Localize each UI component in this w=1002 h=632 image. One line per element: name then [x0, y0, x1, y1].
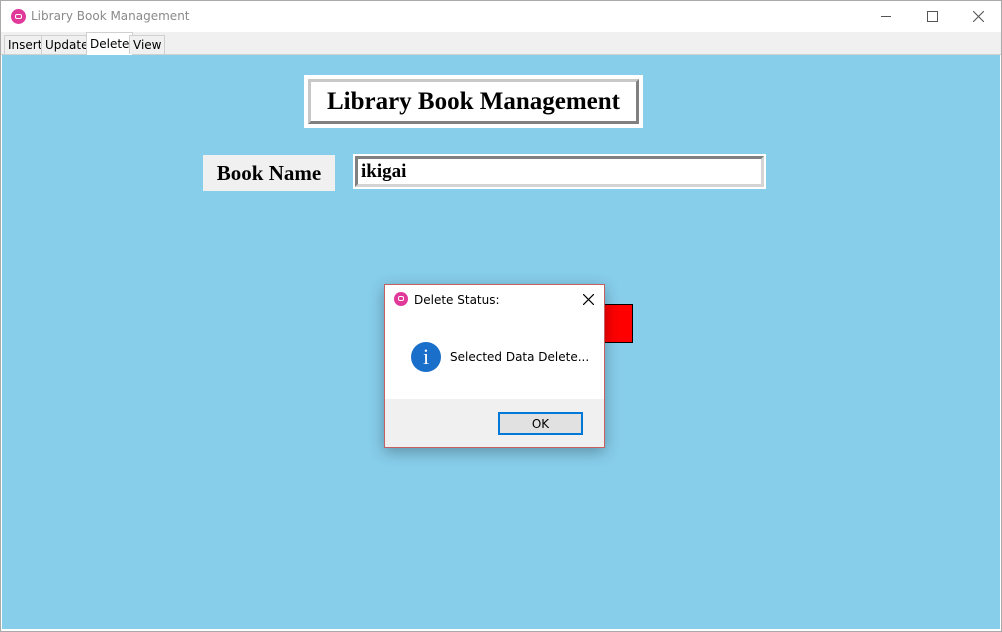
book-name-field-frame: [353, 154, 766, 189]
page-title: Library Book Management: [308, 79, 639, 124]
tab-update[interactable]: Update: [41, 35, 93, 54]
app-icon: [11, 9, 26, 24]
minimize-icon: [881, 16, 891, 17]
page-heading-frame: Library Book Management: [304, 75, 643, 128]
tab-bar: Insert Update Delete View: [1, 32, 1001, 55]
main-window: Library Book Management Insert Update De…: [0, 0, 1002, 632]
dialog-close-button[interactable]: [577, 288, 599, 310]
maximize-button[interactable]: [909, 1, 955, 32]
close-button[interactable]: [955, 1, 1001, 32]
delete-status-dialog: Delete Status: i Selected Data Delete...…: [384, 284, 605, 448]
dialog-footer: OK: [385, 399, 604, 447]
dialog-app-icon: [394, 292, 408, 306]
title-bar[interactable]: Library Book Management: [1, 1, 1001, 32]
dialog-title: Delete Status:: [414, 293, 500, 307]
ok-button[interactable]: OK: [498, 412, 583, 435]
tab-view[interactable]: View: [129, 35, 166, 54]
book-name-input[interactable]: [355, 156, 764, 187]
close-icon: [582, 293, 594, 305]
info-icon: i: [411, 342, 441, 372]
dialog-message: Selected Data Delete...: [450, 350, 590, 364]
book-name-label: Book Name: [203, 155, 335, 191]
minimize-button[interactable]: [863, 1, 909, 32]
maximize-icon: [926, 11, 938, 22]
tab-delete[interactable]: Delete: [86, 32, 134, 55]
close-icon: [972, 11, 984, 22]
window-title: Library Book Management: [31, 9, 190, 23]
